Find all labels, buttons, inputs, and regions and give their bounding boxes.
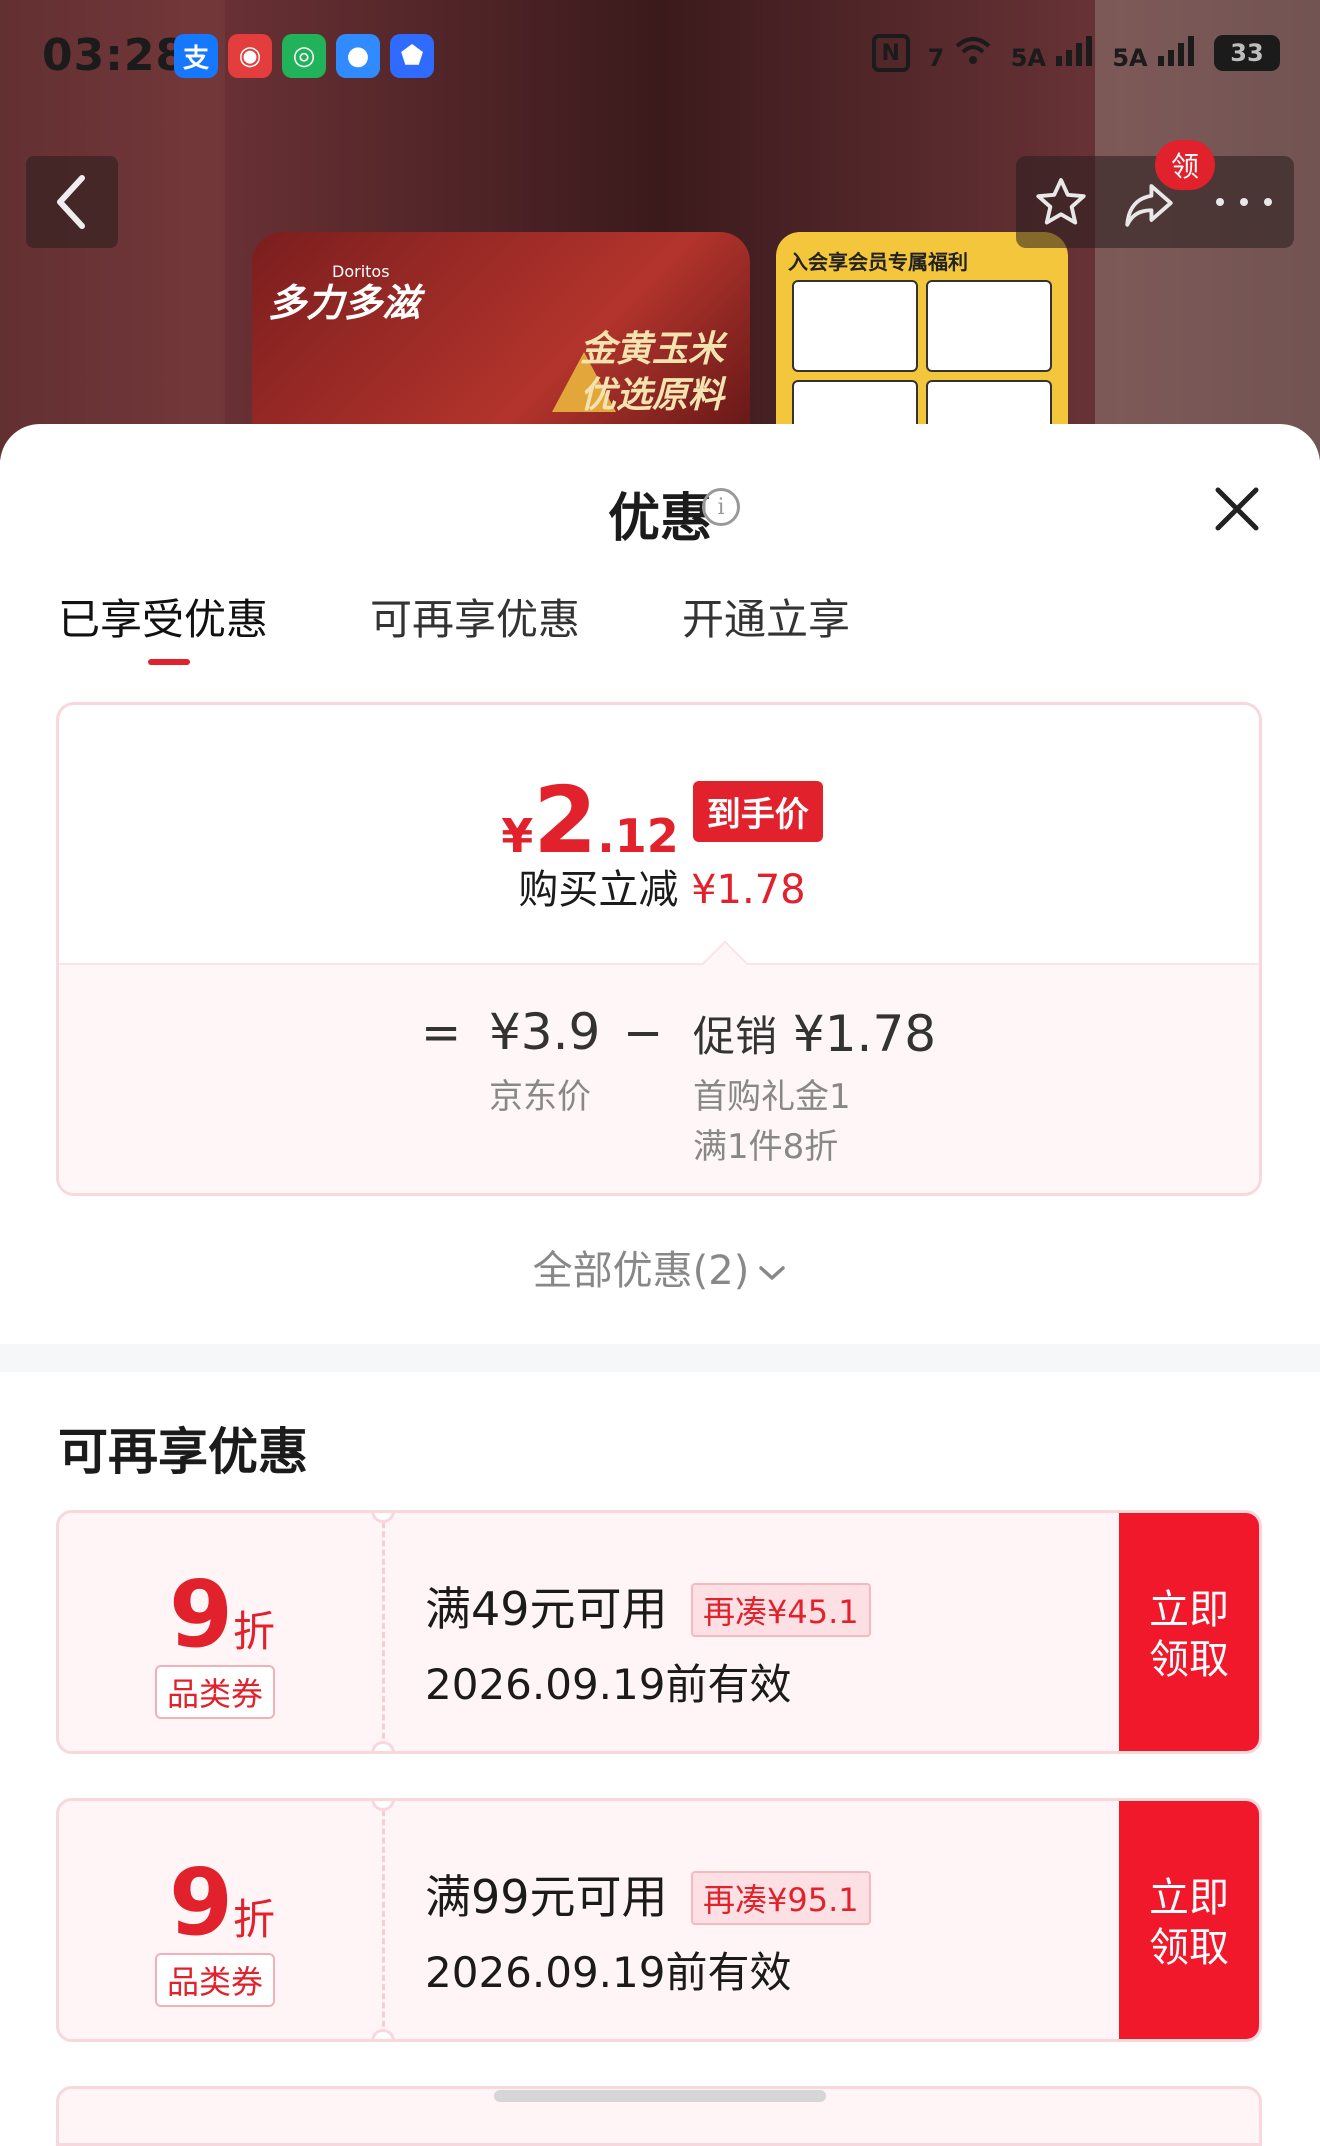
promo-label: 促销 — [693, 1012, 778, 1061]
status-time: 03:28 — [42, 30, 188, 81]
alipay-icon: 支 — [174, 34, 218, 78]
coupon-notch — [371, 1513, 395, 1523]
info-icon[interactable]: i — [702, 488, 740, 526]
banner-slogan-1: 金黄玉米 — [579, 329, 724, 370]
coupon-notch — [371, 1741, 395, 1751]
claim-badge[interactable]: 领 — [1155, 140, 1215, 190]
equals-sign: = — [421, 1005, 462, 1061]
price-currency: ¥ — [501, 809, 534, 863]
sheet-title: 优惠 — [607, 489, 712, 549]
coupon-gap-badge: 再凑¥95.1 — [691, 1871, 871, 1925]
promo-detail-discount: 满1件8折 — [693, 1127, 839, 1167]
coupon-type-badge: 品类券 — [155, 1953, 276, 2007]
all-offers-label: 全部优惠(2) — [532, 1248, 750, 1294]
chevron-down-icon — [759, 1266, 786, 1280]
benefit-tile — [792, 280, 918, 372]
jd-price-label: 京东价 — [489, 1077, 591, 1117]
close-button[interactable] — [1212, 484, 1262, 534]
status-indicators: N 7 5A 5A 33 — [871, 34, 1280, 72]
active-tab-indicator — [148, 659, 190, 665]
claim-coupon-button[interactable]: 立即 领取 — [1119, 1801, 1259, 2039]
claim-label-line2: 领取 — [1149, 1925, 1229, 1971]
nfc-icon: N — [871, 34, 910, 72]
claim-label-line2: 领取 — [1149, 1637, 1229, 1683]
claim-label-line1: 立即 — [1149, 1875, 1229, 1921]
chevron-left-icon — [57, 175, 85, 229]
close-icon — [1215, 487, 1259, 531]
coupon-notch — [371, 1801, 395, 1811]
benefit-tile — [926, 280, 1052, 372]
star-icon[interactable] — [1032, 174, 1090, 232]
claim-coupon-button[interactable]: 立即 领取 — [1119, 1513, 1259, 1751]
reduce-amount: ¥1.78 — [691, 867, 806, 913]
promo-amount: ¥1.78 — [792, 1005, 937, 1063]
coupon-perforation — [382, 1513, 385, 1751]
final-price-tag: 到手价 — [692, 781, 823, 842]
tab-more-offers[interactable]: 可再享优惠 — [370, 586, 580, 647]
promo-detail-first-purchase: 首购礼金1 — [693, 1077, 851, 1117]
cell-signal-icon-2: 5A — [1112, 34, 1196, 72]
member-banner-title: 入会享会员专属福利 — [788, 250, 968, 274]
tab-enjoyed-offers[interactable]: 已享受优惠 — [58, 586, 268, 647]
final-price-card: ¥2.12 到手价 购买立减 ¥1.78 = ¥3.9 京东价 − 促销 ¥1.7… — [56, 702, 1262, 1196]
coupon-discount: 9折 — [169, 1561, 275, 1668]
price-breakdown — [59, 963, 1259, 1193]
coupon-gap-badge: 再凑¥45.1 — [691, 1583, 871, 1637]
claim-label-line1: 立即 — [1149, 1587, 1229, 1633]
coupon-condition: 满99元可用 — [425, 1870, 668, 1924]
banner-slogan-2: 优选原料 — [579, 375, 724, 416]
app-green-icon: ◎ — [282, 34, 326, 78]
promo-discount: 促销 ¥1.78 — [693, 1003, 936, 1064]
more-icon[interactable] — [1212, 192, 1276, 212]
coupon-discount: 9折 — [169, 1849, 275, 1956]
wifi-icon: 7 — [928, 34, 993, 72]
offer-tabs: 已享受优惠 可再享优惠 开通立享 — [0, 586, 1320, 666]
status-bar: 03:28 支 ◉ ◎ ● ⬟ N 7 5A 5A 33 — [0, 0, 1320, 112]
jd-price: ¥3.9 — [489, 1003, 601, 1061]
coupon-expiry: 2026.09.19前有效 — [425, 1948, 792, 1997]
section-divider — [0, 1344, 1320, 1372]
all-offers-toggle[interactable]: 全部优惠(2) — [0, 1238, 1320, 1296]
coupon-discount-value: 9 — [169, 1849, 234, 1956]
cell-signal-icon: 5A — [1011, 34, 1095, 72]
coupon-condition: 满49元可用 — [425, 1582, 668, 1636]
minus-sign: − — [623, 1005, 664, 1061]
coupon-discount-unit: 折 — [233, 1895, 276, 1944]
tab-open-to-enjoy[interactable]: 开通立享 — [682, 586, 850, 647]
coupon-notch — [371, 2029, 395, 2039]
back-button[interactable] — [26, 156, 118, 248]
coupon-perforation — [382, 1801, 385, 2039]
reduce-label: 购买立减 — [518, 867, 679, 913]
section-title-more-offers: 可再享优惠 — [58, 1423, 308, 1481]
coupon-discount-value: 9 — [169, 1561, 234, 1668]
coupon-type-badge: 品类券 — [155, 1665, 276, 1719]
price-decimal: .12 — [597, 809, 679, 863]
coupon-expiry: 2026.09.19前有效 — [425, 1660, 792, 1709]
messages-icon: ● — [336, 34, 380, 78]
shield-app-icon: ⬟ — [390, 34, 434, 78]
coupon-card: 9折 品类券 满99元可用 再凑¥95.1 2026.09.19前有效 立即 领… — [56, 1798, 1262, 2042]
coupon-card: 9折 品类券 满49元可用 再凑¥45.1 2026.09.19前有效 立即 领… — [56, 1510, 1262, 1754]
battery-icon: 33 — [1214, 35, 1280, 71]
app-red-icon: ◉ — [228, 34, 272, 78]
banner-logo: 多力多滋 — [268, 281, 421, 325]
instant-reduction: 购买立减 ¥1.78 — [59, 857, 1259, 915]
home-indicator[interactable] — [494, 2090, 826, 2102]
coupon-discount-unit: 折 — [233, 1607, 276, 1656]
